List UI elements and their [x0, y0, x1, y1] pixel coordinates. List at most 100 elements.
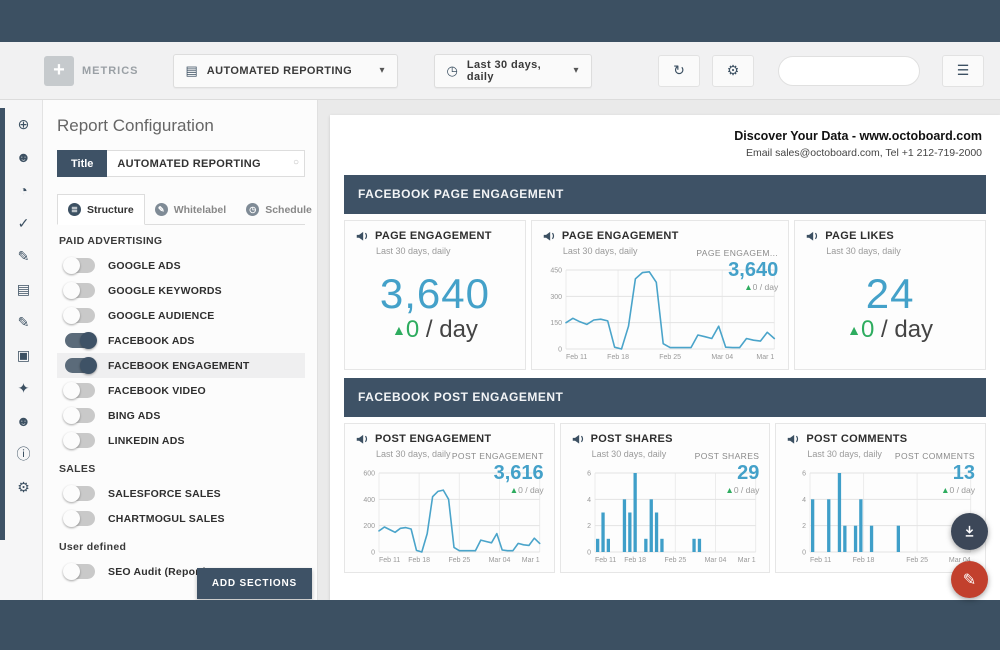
report-title-input[interactable]	[107, 150, 305, 177]
add-sections-button[interactable]: ADD SECTIONS	[197, 568, 312, 599]
svg-text:2: 2	[802, 523, 806, 530]
toggle-label: GOOGLE AUDIENCE	[108, 310, 214, 322]
edit-report-button[interactable]: ✎	[951, 561, 988, 598]
card-page-likes: PAGE LIKES Last 30 days, daily 24 ▲0 / d…	[794, 220, 986, 370]
download-icon	[962, 524, 977, 539]
plus-icon: +	[44, 56, 74, 86]
toggle-switch[interactable]	[65, 308, 95, 323]
app-header: + METRICS ▤ AUTOMATED REPORTING ▾ ◷ Last…	[0, 42, 1000, 100]
settings-icon[interactable]: ⚙	[13, 477, 35, 497]
svg-text:450: 450	[550, 268, 562, 275]
megaphone-icon	[542, 229, 556, 243]
menu-button[interactable]: ☰	[942, 55, 984, 87]
metric-value: 13▲0 / day	[941, 462, 975, 495]
toggle-switch[interactable]	[65, 486, 95, 501]
toggle-switch[interactable]	[65, 333, 95, 348]
structure-tab-icon: ≣	[68, 203, 81, 216]
tab-label: Structure	[87, 204, 134, 216]
svg-text:Feb 11: Feb 11	[566, 354, 587, 361]
metric-value: 24	[805, 270, 975, 318]
check-icon[interactable]: ✓	[13, 213, 35, 233]
toggle-switch[interactable]	[65, 408, 95, 423]
section-banner-post-engagement: FACEBOOK POST ENGAGEMENT	[344, 378, 986, 417]
megaphone-icon	[805, 229, 819, 243]
toggle-switch[interactable]	[65, 283, 95, 298]
left-icon-rail: ⊕ ☻ ◔ ✓ ✎ ▤ ✎ ▣ ✦ ☻ ⓘ ⚙	[0, 100, 43, 600]
svg-text:Feb 18: Feb 18	[607, 354, 629, 361]
input-circle-icon: ○	[293, 157, 299, 168]
megaphone-icon	[355, 229, 369, 243]
edit-icon[interactable]: ✎	[13, 246, 35, 266]
users-icon[interactable]: ☻	[13, 147, 35, 167]
clipboard-icon[interactable]: ▤	[13, 279, 35, 299]
card-title: PAGE ENGAGEMENT	[562, 230, 679, 242]
svg-text:0: 0	[558, 347, 562, 354]
metrics-label: METRICS	[82, 65, 139, 77]
brush-icon[interactable]: ✦	[13, 378, 35, 398]
toggle-row: GOOGLE AUDIENCE	[57, 303, 305, 328]
svg-text:Feb 11: Feb 11	[595, 557, 616, 564]
svg-text:Mar 04: Mar 04	[711, 354, 733, 361]
card-subtitle: Last 30 days, daily	[826, 246, 975, 256]
toggle-switch[interactable]	[65, 564, 95, 579]
toggle-switch[interactable]	[65, 258, 95, 273]
refresh-icon: ↻	[673, 62, 685, 79]
toggle-label: FACEBOOK ENGAGEMENT	[108, 360, 249, 372]
svg-text:Mar 04: Mar 04	[489, 557, 511, 564]
period-select[interactable]: ◷ Last 30 days, daily ▾	[434, 54, 592, 88]
metric-delta: ▲0 / day	[355, 316, 515, 344]
download-report-button[interactable]	[951, 513, 988, 550]
period-select-value: Last 30 days, daily	[467, 59, 548, 83]
toggle-switch[interactable]	[65, 433, 95, 448]
toggle-row: CHARTMOGUL SALES	[57, 506, 305, 531]
toggle-label: CHARTMOGUL SALES	[108, 513, 225, 525]
tab-whitelabel[interactable]: ✎Whitelabel	[145, 194, 237, 225]
pencil-icon: ✎	[963, 570, 976, 590]
toggle-switch[interactable]	[65, 511, 95, 526]
gauge-icon[interactable]: ◔	[13, 180, 35, 200]
schedule-tab-icon: ◷	[246, 203, 259, 216]
profile-icon[interactable]: ☻	[13, 411, 35, 431]
toggle-label: BING ADS	[108, 410, 161, 422]
pencil-icon[interactable]: ✎	[13, 312, 35, 332]
toggle-switch[interactable]	[65, 358, 95, 373]
briefcase-icon[interactable]: ▣	[13, 345, 35, 365]
svg-text:600: 600	[363, 471, 375, 478]
contact-line: Email sales@octoboard.com, Tel +1 212-71…	[348, 147, 982, 159]
megaphone-icon	[355, 432, 369, 446]
settings-button[interactable]: ⚙	[712, 55, 754, 87]
chart-legend: POST ENGAGEMENT	[452, 451, 544, 461]
toggle-label: SALESFORCE SALES	[108, 488, 221, 500]
card-title: PAGE ENGAGEMENT	[375, 230, 492, 242]
section-heading: User defined	[59, 541, 305, 553]
chart-legend: POST SHARES	[695, 451, 760, 461]
svg-text:6: 6	[587, 471, 591, 478]
metric-value: 3,616▲0 / day	[494, 462, 544, 495]
add-metrics-button[interactable]: + METRICS	[44, 56, 139, 86]
tab-label: Whitelabel	[174, 204, 227, 216]
tab-structure[interactable]: ≣ Structure	[57, 194, 145, 225]
report-select-value: AUTOMATED REPORTING	[207, 65, 352, 77]
card-subtitle: Last 30 days, daily	[376, 246, 515, 256]
search-input[interactable]	[778, 56, 920, 86]
chart-legend: POST COMMENTS	[895, 451, 975, 461]
toggle-label: GOOGLE ADS	[108, 260, 181, 272]
tab-schedule[interactable]: ◷ Schedule	[236, 194, 322, 225]
toggle-switch[interactable]	[65, 383, 95, 398]
toggle-label: FACEBOOK ADS	[108, 335, 195, 347]
clock-icon: ◷	[447, 63, 458, 79]
refresh-button[interactable]: ↻	[658, 55, 700, 87]
tab-label: Schedule	[265, 204, 312, 216]
card-post-shares-chart: POST SHARES Last 30 days, daily POST SHA…	[560, 423, 771, 573]
card-page-engagement-chart: PAGE ENGAGEMENT Last 30 days, daily PAGE…	[531, 220, 789, 370]
globe-icon[interactable]: ⊕	[13, 114, 35, 134]
toggle-row: BING ADS	[57, 403, 305, 428]
svg-text:Feb 18: Feb 18	[624, 557, 646, 564]
report-select[interactable]: ▤ AUTOMATED REPORTING ▾	[173, 54, 398, 88]
brand-line: Discover Your Data - www.octoboard.com	[348, 129, 982, 143]
svg-text:Feb 25: Feb 25	[664, 557, 686, 564]
gear-icon: ⚙	[727, 62, 740, 79]
info-icon[interactable]: ⓘ	[13, 444, 35, 464]
svg-text:4: 4	[587, 497, 591, 504]
clipboard-icon: ▤	[186, 63, 198, 79]
